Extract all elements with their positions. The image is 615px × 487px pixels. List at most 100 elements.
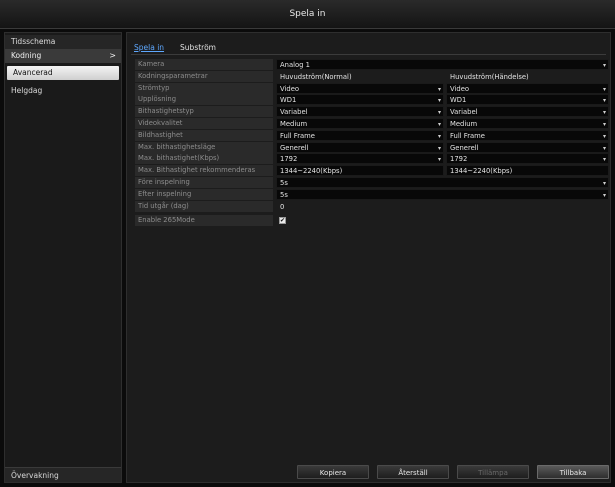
bitrate-type-event-value: Variabel [450, 108, 478, 117]
row-max-bitrate: Max. bithastighet(Kbps) 1792 ▾ 1792 ▾ [135, 153, 609, 165]
expire-days-input[interactable]: 0 [276, 201, 609, 212]
post-record-label: Efter inspelning [135, 188, 273, 200]
max-bitrate-mode-event-select[interactable]: Generell ▾ [446, 141, 609, 153]
post-record-value: 5s [280, 190, 288, 199]
max-bitrate-mode-label: Max. bithastighetsläge [135, 141, 273, 153]
row-recommended-bitrate: Max. Bithastighet rekommenderas 1344~224… [135, 165, 609, 177]
window-title: Spela in [289, 9, 326, 19]
sidebar-item-encoding[interactable]: Kodning > [5, 49, 121, 63]
dropdown-arrow-icon: ▾ [437, 120, 441, 128]
max-bitrate-main-select[interactable]: 1792 ▾ [276, 153, 444, 165]
pre-record-label: Före inspelning [135, 176, 273, 188]
sidebar-bottom-label: Övervakning [11, 471, 59, 480]
h265-mode-checkbox[interactable]: ✔ [279, 217, 286, 225]
frame-rate-main-select[interactable]: Full Frame ▾ [276, 129, 444, 141]
row-camera: Kamera Analog 1 ▾ [135, 59, 609, 71]
restore-button[interactable]: Återställ [377, 465, 449, 479]
row-h265-mode: Enable 265Mode ✔ [135, 215, 609, 227]
camera-value: Analog 1 [280, 61, 310, 69]
dropdown-arrow-icon: ▾ [437, 144, 441, 152]
sidebar-item-advanced[interactable]: Avancerad [7, 66, 119, 80]
resolution-label: Upplösning [135, 94, 273, 106]
camera-label: Kamera [135, 59, 273, 70]
resolution-event-select[interactable]: WD1 ▾ [446, 94, 609, 106]
sidebar-item-label: Tidsschema [11, 37, 56, 46]
row-resolution: Upplösning WD1 ▾ WD1 ▾ [135, 94, 609, 106]
frame-rate-label: Bildhastighet [135, 129, 273, 141]
bitrate-type-main-value: Variabel [280, 108, 308, 117]
dropdown-arrow-icon: ▾ [437, 85, 441, 93]
video-quality-event-select[interactable]: Medium ▾ [446, 117, 609, 129]
tab-record[interactable]: Spela in [131, 42, 167, 53]
row-post-record: Efter inspelning 5s ▾ [135, 188, 609, 201]
copy-button[interactable]: Kopiera [297, 465, 369, 479]
stream-type-main-value: Video [280, 84, 300, 93]
dropdown-arrow-icon: ▾ [602, 120, 606, 128]
max-bitrate-main-value: 1792 [280, 155, 298, 164]
encoding-form: Kamera Analog 1 ▾ Kodningsparametrar Huv… [135, 59, 609, 227]
bitrate-type-main-select[interactable]: Variabel ▾ [276, 106, 444, 118]
stream-type-event-value: Video [450, 84, 470, 93]
row-bitrate-type: Bithastighetstyp Variabel ▾ Variabel ▾ [135, 106, 609, 118]
dropdown-arrow-icon: ▾ [602, 179, 606, 187]
resolution-main-value: WD1 [280, 96, 297, 105]
h265-mode-label: Enable 265Mode [135, 215, 273, 227]
sidebar-item-schedule[interactable]: Tidsschema [5, 35, 121, 49]
back-button[interactable]: Tillbaka [537, 465, 609, 479]
max-bitrate-mode-event-value: Generell [450, 143, 479, 152]
mainstream-normal-header: Huvudström(Normal) [280, 72, 352, 81]
dropdown-arrow-icon: ▾ [602, 191, 606, 199]
row-expire-days: Tid utgår (dag) 0 [135, 200, 609, 213]
sidebar-item-label: Avancerad [13, 68, 53, 77]
button-bar: Kopiera Återställ Tillämpa Tillbaka [297, 465, 609, 479]
pre-record-select[interactable]: 5s ▾ [276, 176, 609, 188]
dropdown-arrow-icon: ▾ [437, 109, 441, 117]
max-bitrate-event-select[interactable]: 1792 ▾ [446, 153, 609, 165]
resolution-main-select[interactable]: WD1 ▾ [276, 94, 444, 106]
frame-rate-main-value: Full Frame [280, 131, 315, 140]
mainstream-event-header: Huvudström(Händelse) [450, 72, 529, 81]
stream-type-event-select[interactable]: Video ▾ [446, 82, 609, 94]
max-bitrate-mode-main-select[interactable]: Generell ▾ [276, 141, 444, 153]
dropdown-arrow-icon: ▾ [602, 85, 606, 93]
row-max-bitrate-mode: Max. bithastighetsläge Generell ▾ Genere… [135, 141, 609, 154]
video-quality-event-value: Medium [450, 119, 478, 128]
apply-button[interactable]: Tillämpa [457, 465, 529, 479]
recommended-bitrate-main-value: 1344~2240(Kbps) [276, 165, 444, 177]
sidebar-item-label: Helgdag [11, 86, 43, 95]
row-encoding-params: Kodningsparametrar Huvudström(Normal) Hu… [135, 70, 609, 83]
stream-type-main-select[interactable]: Video ▾ [276, 82, 444, 94]
dropdown-arrow-icon: ▾ [602, 144, 606, 152]
bitrate-type-label: Bithastighetstyp [135, 106, 273, 118]
dropdown-arrow-icon: ▾ [437, 97, 441, 105]
dropdown-arrow-icon: ▾ [602, 97, 606, 105]
frame-rate-event-value: Full Frame [450, 131, 485, 140]
tab-substream[interactable]: Subström [177, 42, 219, 53]
dropdown-arrow-icon: ▾ [602, 62, 606, 69]
max-bitrate-mode-main-value: Generell [280, 143, 309, 152]
dropdown-arrow-icon: ▾ [437, 132, 441, 140]
title-bar: Spela in [0, 0, 615, 29]
stream-type-label: Strömtyp [135, 82, 273, 94]
camera-select[interactable]: Analog 1 ▾ [276, 59, 609, 70]
post-record-select[interactable]: 5s ▾ [276, 188, 609, 200]
recommended-bitrate-label: Max. Bithastighet rekommenderas [135, 165, 273, 177]
video-quality-main-value: Medium [280, 119, 308, 128]
video-quality-main-select[interactable]: Medium ▾ [276, 117, 444, 129]
sidebar-item-holiday[interactable]: Helgdag [5, 84, 121, 98]
main-panel: Spela in Subström Kamera Analog 1 ▾ Kodn… [126, 32, 611, 483]
row-video-quality: Videokvalitet Medium ▾ Medium ▾ [135, 117, 609, 130]
sidebar: Tidsschema Kodning > Avancerad Helgdag Ö… [4, 32, 122, 483]
dropdown-arrow-icon: ▾ [602, 109, 606, 117]
bitrate-type-event-select[interactable]: Variabel ▾ [446, 106, 609, 118]
dvr-window: Spela in Tidsschema Kodning > Avancerad … [0, 0, 615, 487]
row-stream-type: Strömtyp Video ▾ Video ▾ [135, 82, 609, 95]
max-bitrate-event-value: 1792 [450, 155, 468, 164]
tab-divider [131, 54, 606, 55]
resolution-event-value: WD1 [450, 96, 467, 105]
frame-rate-event-select[interactable]: Full Frame ▾ [446, 129, 609, 141]
dropdown-arrow-icon: ▾ [602, 156, 606, 164]
dropdown-arrow-icon: ▾ [602, 132, 606, 140]
sidebar-item-label: Kodning [11, 51, 42, 60]
sidebar-live-view-button[interactable]: Övervakning [5, 467, 121, 482]
